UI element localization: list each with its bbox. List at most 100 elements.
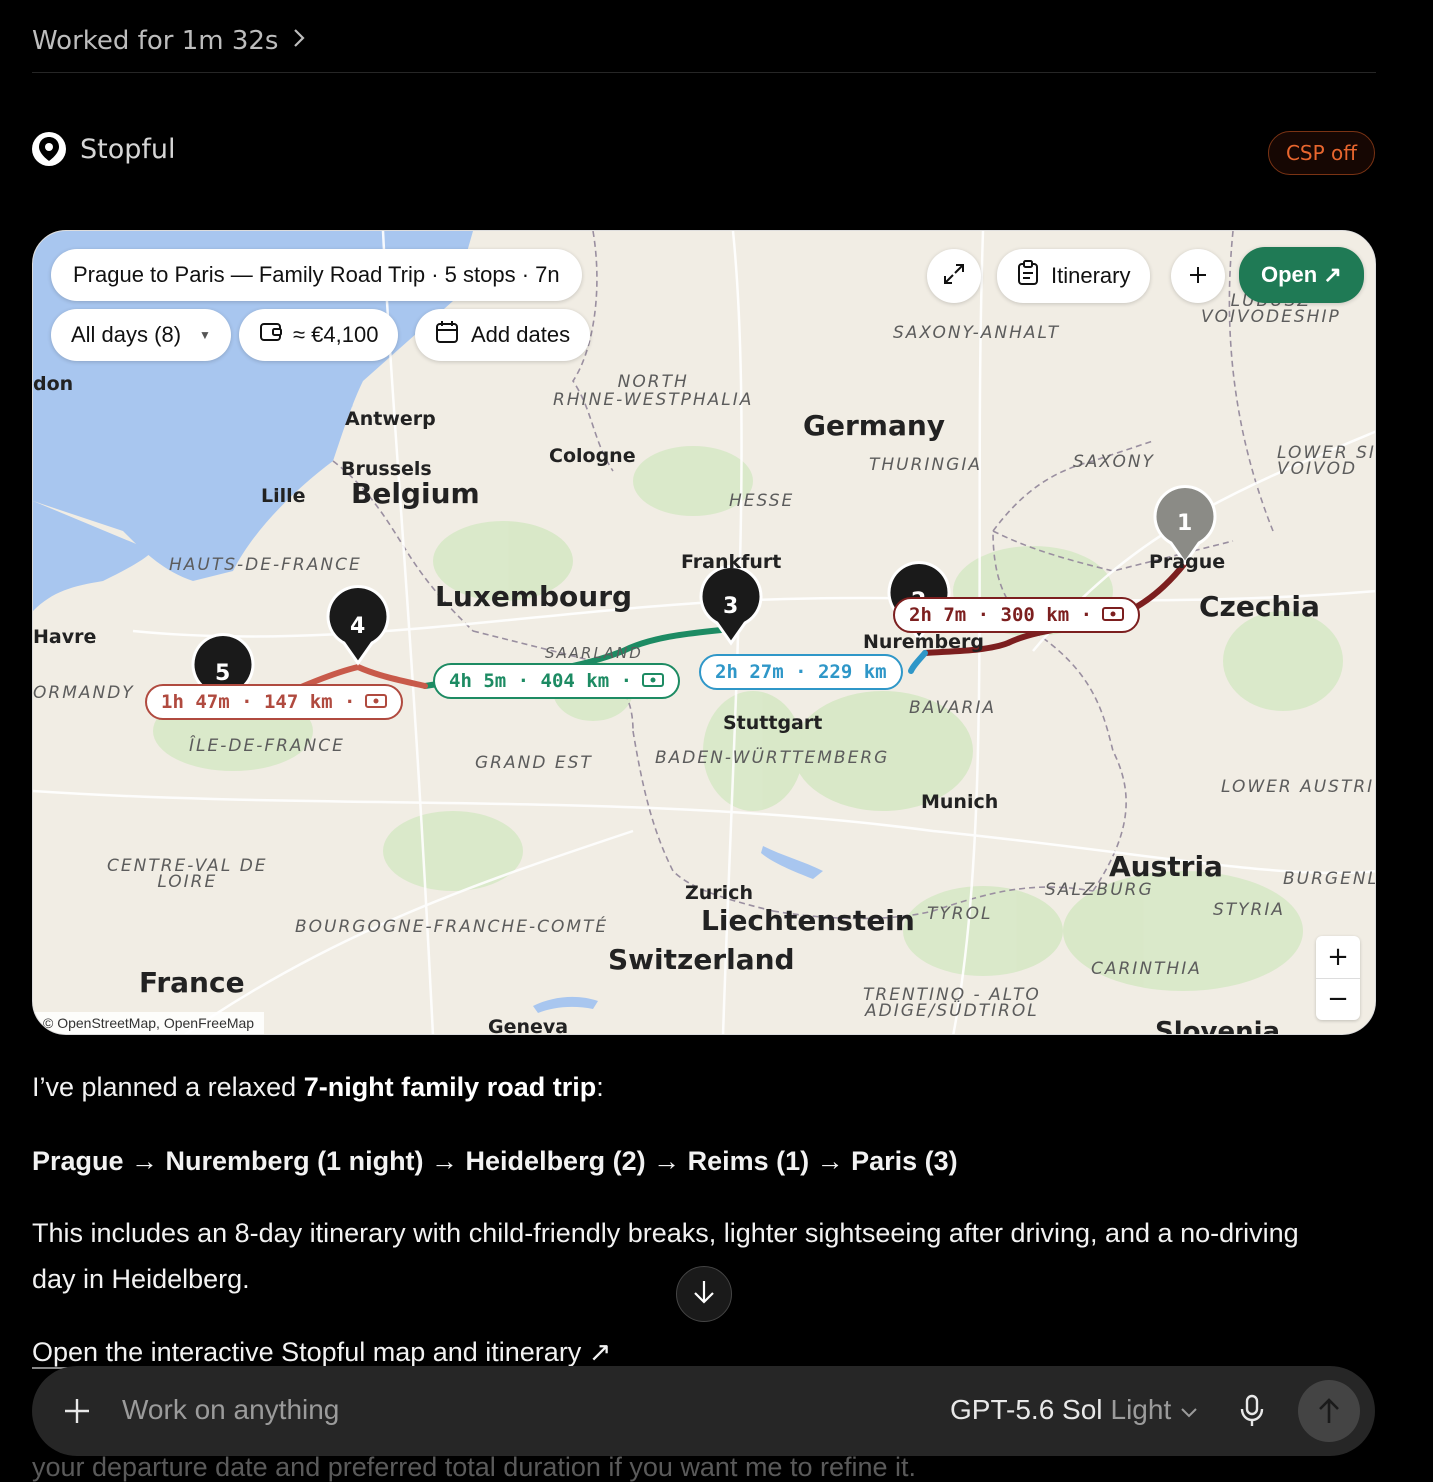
details-line-1: This includes an 8-day itinerary with ch…	[32, 1218, 1299, 1248]
expand-map-button[interactable]	[927, 249, 981, 303]
map-label-frankfurt: Frankfurt	[681, 551, 782, 573]
route-leg-label: 1h 47m · 147 km ·	[161, 691, 356, 713]
map-label-zurich: Zurich	[685, 882, 753, 904]
map-label-lille: Lille	[261, 485, 306, 507]
budget-pill[interactable]: ≈ €4,100	[239, 309, 399, 361]
add-dates-label: Add dates	[471, 322, 571, 347]
stop-number-5: 5	[215, 661, 231, 686]
route-leg-2[interactable]: 2h 27m · 229 km	[699, 654, 903, 690]
intro-prefix: I’ve planned a relaxed	[32, 1072, 304, 1102]
microphone-icon	[1240, 1394, 1264, 1426]
map-label-saxony-anhalt: SAXONY-ANHALT	[893, 323, 1061, 343]
plus-icon	[65, 1399, 89, 1423]
zoom-controls: + −	[1316, 936, 1360, 1020]
map-label-bourgogne: BOURGOGNE-FRANCHE-COMTÉ	[295, 917, 609, 937]
worked-for-toggle[interactable]: Worked for 1m 32s	[32, 26, 306, 56]
map-attribution[interactable]: © OpenStreetMap, OpenFreeMap	[33, 1012, 265, 1034]
route-leg-1[interactable]: 2h 7m · 300 km ·	[893, 597, 1141, 633]
intro-suffix: :	[596, 1072, 604, 1102]
caret-down-icon: ▼	[199, 328, 211, 342]
arrow-down-icon	[692, 1279, 716, 1309]
map-label-austria: Austria	[1109, 850, 1223, 883]
composer-input[interactable]: Work on anything	[122, 1394, 339, 1426]
map-label-switzerland: Switzerland	[608, 943, 795, 976]
trip-title-pill: Prague to Paris — Family Road Trip · 5 s…	[51, 249, 582, 301]
map-label-salzburg: SALZBURG	[1045, 880, 1154, 900]
open-button[interactable]: Open ↗	[1239, 247, 1364, 303]
days-filter-dropdown[interactable]: All days (8) ▼	[51, 309, 231, 361]
map-label-luxembourg: Luxembourg	[435, 580, 633, 613]
model-variant: Light	[1110, 1394, 1172, 1425]
model-name: GPT-5.6 Sol	[950, 1394, 1103, 1425]
plus-icon	[1188, 259, 1208, 293]
map-label-burgenland: BURGENL	[1283, 869, 1376, 889]
map-label-liechtenstein: Liechtenstein	[701, 904, 915, 937]
calendar-icon	[435, 320, 459, 350]
map-label-munich: Munich	[921, 791, 999, 813]
itinerary-button[interactable]: Itinerary	[997, 249, 1151, 303]
map-label-hesse: HESSE	[729, 491, 795, 511]
cash-icon	[1102, 604, 1125, 626]
message-trailing: your departure date and preferred total …	[32, 1452, 917, 1482]
app-header: Stopful	[32, 132, 176, 166]
chevron-down-icon	[1179, 1394, 1199, 1426]
map-label-ile-de-france: ÎLE-DE-FRANCE	[189, 736, 345, 756]
map-label-nuremberg: Nuremberg	[863, 631, 984, 653]
map-label-le-havre: Havre	[33, 626, 97, 648]
route-leg-label: 2h 27m · 229 km	[715, 661, 887, 683]
message-details: This includes an 8-day itinerary with ch…	[32, 1210, 1299, 1302]
expand-icon	[942, 262, 966, 291]
map-label-slovenia: Slovenia	[1155, 1017, 1281, 1035]
add-dates-button[interactable]: Add dates	[415, 309, 591, 361]
map-label-saarland: SAARLAND	[545, 644, 643, 662]
map-label-cologne: Cologne	[549, 445, 636, 467]
itinerary-label: Itinerary	[1051, 263, 1131, 288]
intro-bold: 7-night family road trip	[303, 1072, 597, 1102]
microphone-button[interactable]	[1238, 1394, 1266, 1432]
map-label-prague: Prague	[1149, 551, 1226, 573]
route-leg-3[interactable]: 4h 5m · 404 km ·	[433, 663, 681, 699]
map-label-grand-est: GRAND EST	[475, 753, 593, 773]
stop-number-1: 1	[1177, 511, 1193, 536]
stop-number-4: 4	[350, 614, 366, 639]
composer: Work on anything GPT-5.6 Sol Light	[32, 1366, 1375, 1456]
add-attachment-button[interactable]	[62, 1396, 92, 1430]
wallet-icon	[259, 321, 283, 349]
map-label-lower-austria: LOWER AUSTRI	[1221, 777, 1375, 797]
clipboard-icon	[1017, 260, 1039, 292]
zoom-out-button[interactable]: −	[1316, 979, 1360, 1021]
map-label-london: don	[33, 373, 74, 395]
app-name: Stopful	[80, 133, 176, 165]
map-label-lower-silesia: LOWER SI VOIVOD	[1277, 443, 1376, 479]
route-leg-4[interactable]: 1h 47m · 147 km ·	[145, 684, 404, 720]
map-label-styria: STYRIA	[1213, 900, 1286, 920]
zoom-in-button[interactable]: +	[1316, 936, 1360, 978]
scroll-to-bottom-button[interactable]	[676, 1266, 732, 1322]
map-label-antwerp: Antwerp	[345, 408, 436, 430]
map-label-germany: Germany	[803, 409, 946, 442]
days-filter-label: All days (8)	[71, 322, 182, 347]
map-label-thuringia: THURINGIA	[869, 455, 982, 475]
map-label-france: France	[139, 966, 245, 999]
trip-map[interactable]: 1 2 3 4 5 don Antwerp Brussels Lille Col…	[32, 230, 1376, 1035]
send-button[interactable]	[1298, 1380, 1360, 1442]
map-pin-icon	[32, 132, 66, 166]
stop-number-3: 3	[723, 594, 739, 619]
cash-icon	[642, 670, 665, 692]
map-label-bavaria: BAVARIA	[909, 698, 997, 718]
budget-value: ≈ €4,100	[293, 322, 379, 347]
map-label-saxony: SAXONY	[1073, 452, 1155, 472]
model-selector[interactable]: GPT-5.6 Sol Light	[950, 1394, 1199, 1426]
trip-title: Prague to Paris — Family Road Trip · 5 s…	[73, 262, 560, 287]
worked-label: Worked for 1m 32s	[32, 26, 279, 56]
map-label-trentino: TRENTINO - ALTO ADIGE/SÜDTIROL	[863, 985, 1041, 1021]
message-intro: I’ve planned a relaxed 7-night family ro…	[32, 1064, 604, 1110]
chevron-right-icon	[292, 27, 306, 55]
map-label-stuttgart: Stuttgart	[723, 712, 823, 734]
map-label-normandy: ORMANDY	[33, 683, 135, 703]
cash-icon	[365, 691, 388, 713]
csp-badge: CSP off	[1268, 131, 1375, 175]
map-label-belgium: Belgium	[351, 477, 480, 510]
map-label-centre-val-de-loire: CENTRE-VAL DE LOIRE	[107, 856, 268, 892]
add-stop-button[interactable]	[1171, 249, 1225, 303]
